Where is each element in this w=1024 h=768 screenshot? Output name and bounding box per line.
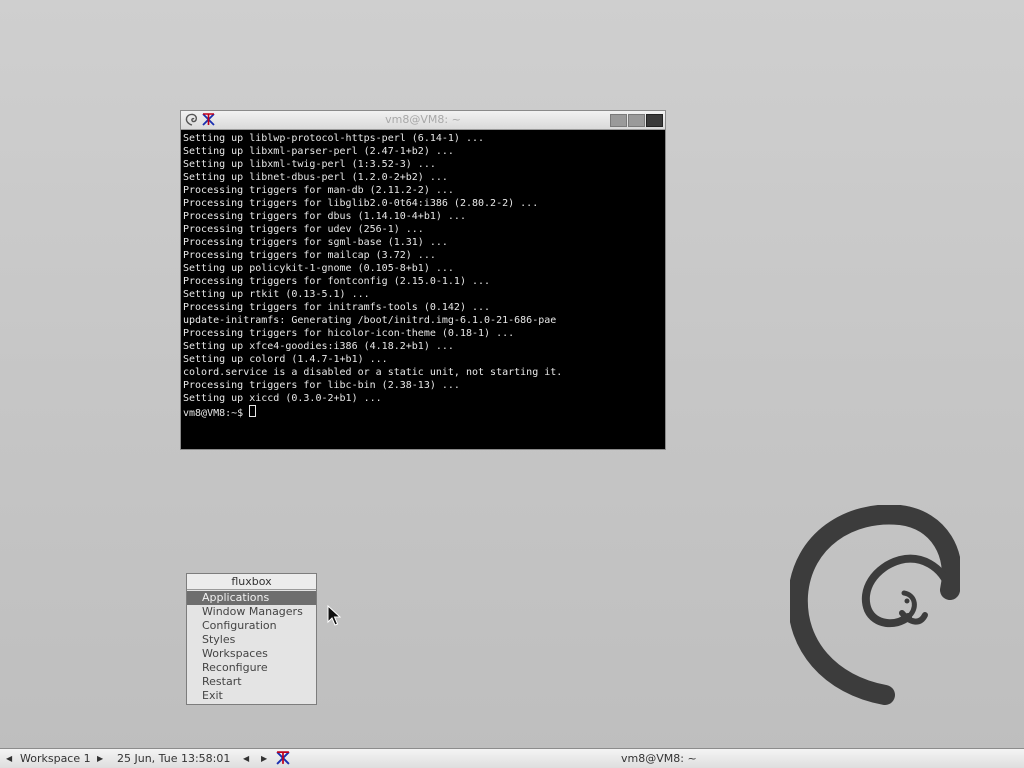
terminal-window[interactable]: vm8@VM8: ~ Setting up liblwp-protocol-ht… [180,110,666,450]
next-window-button[interactable]: ▶ [261,754,267,763]
prev-window-button[interactable]: ◀ [243,754,249,763]
terminal-line: Setting up libxml-twig-perl (1:3.52-3) .… [183,159,436,170]
terminal-line: Processing triggers for dbus (1.14.10-4+… [183,211,466,222]
desktop[interactable]: vm8@VM8: ~ Setting up liblwp-protocol-ht… [0,0,1024,748]
taskbar-window-title[interactable]: vm8@VM8: ~ [621,752,697,765]
maximize-button[interactable] [628,114,645,127]
terminal-line: Processing triggers for libglib2.0-0t64:… [183,198,539,209]
minimize-button[interactable] [610,114,627,127]
terminal-line: Setting up colord (1.4.7-1+b1) ... [183,354,388,365]
fluxbox-root-menu[interactable]: fluxbox Applications Window Managers Con… [186,573,317,705]
mouse-pointer-icon [327,605,341,626]
terminal-line: Processing triggers for hicolor-icon-the… [183,328,515,339]
terminal-line: Setting up policykit-1-gnome (0.105-8+b1… [183,263,454,274]
menu-item-restart[interactable]: Restart [187,675,316,689]
terminal-line: Processing triggers for udev (256-1) ... [183,224,424,235]
terminal-prompt-line[interactable]: vm8@VM8:~$ [183,405,665,420]
terminal-line: Processing triggers for man-db (2.11.2-2… [183,185,454,196]
terminal-line: Setting up xiccd (0.3.0-2+b1) ... [183,393,382,404]
terminal-line: Setting up liblwp-protocol-https-perl (6… [183,133,485,144]
fluxbox-toolbar[interactable]: ◀ Workspace 1 ▶ 25 Jun, Tue 13:58:01 ◀ ▶… [0,748,1024,768]
workspace-name[interactable]: Workspace 1 [20,752,91,765]
terminal-line: Setting up libnet-dbus-perl (1.2.0-2+b2)… [183,172,448,183]
terminal-cursor [249,405,257,417]
terminal-line: Processing triggers for initramfs-tools … [183,302,491,313]
next-workspace-button[interactable]: ▶ [97,754,103,763]
terminal-line: colord.service is a disabled or a static… [183,367,563,378]
close-button[interactable] [646,114,663,127]
terminal-line: Processing triggers for sgml-base (1.31)… [183,237,448,248]
menu-title: fluxbox [187,574,316,590]
terminal-line: Processing triggers for libc-bin (2.38-1… [183,380,460,391]
menu-item-window-managers[interactable]: Window Managers [187,605,316,619]
menu-item-applications[interactable]: Applications [187,591,316,605]
terminal-line: Setting up rtkit (0.13-5.1) ... [183,289,370,300]
menu-item-exit[interactable]: Exit [187,689,316,703]
terminal-line: Setting up libxml-parser-perl (2.47-1+b2… [183,146,454,157]
terminal-output[interactable]: Setting up liblwp-protocol-https-perl (6… [181,130,665,450]
debian-swirl-logo [790,505,960,705]
menu-item-workspaces[interactable]: Workspaces [187,647,316,661]
clock: 25 Jun, Tue 13:58:01 [117,752,231,765]
prev-workspace-button[interactable]: ◀ [6,754,12,763]
menu-item-styles[interactable]: Styles [187,633,316,647]
xterm-icon[interactable] [276,751,290,765]
terminal-titlebar[interactable]: vm8@VM8: ~ [181,111,665,130]
terminal-title: vm8@VM8: ~ [385,113,461,126]
terminal-line: update-initramfs: Generating /boot/initr… [183,315,557,326]
terminal-line: Processing triggers for fontconfig (2.15… [183,276,491,287]
menu-item-configuration[interactable]: Configuration [187,619,316,633]
terminal-line: Setting up xfce4-goodies:i386 (4.18.2+b1… [183,341,454,352]
menu-item-reconfigure[interactable]: Reconfigure [187,661,316,675]
terminal-line: Processing triggers for mailcap (3.72) .… [183,250,436,261]
terminal-prompt: vm8@VM8:~$ [183,408,250,419]
